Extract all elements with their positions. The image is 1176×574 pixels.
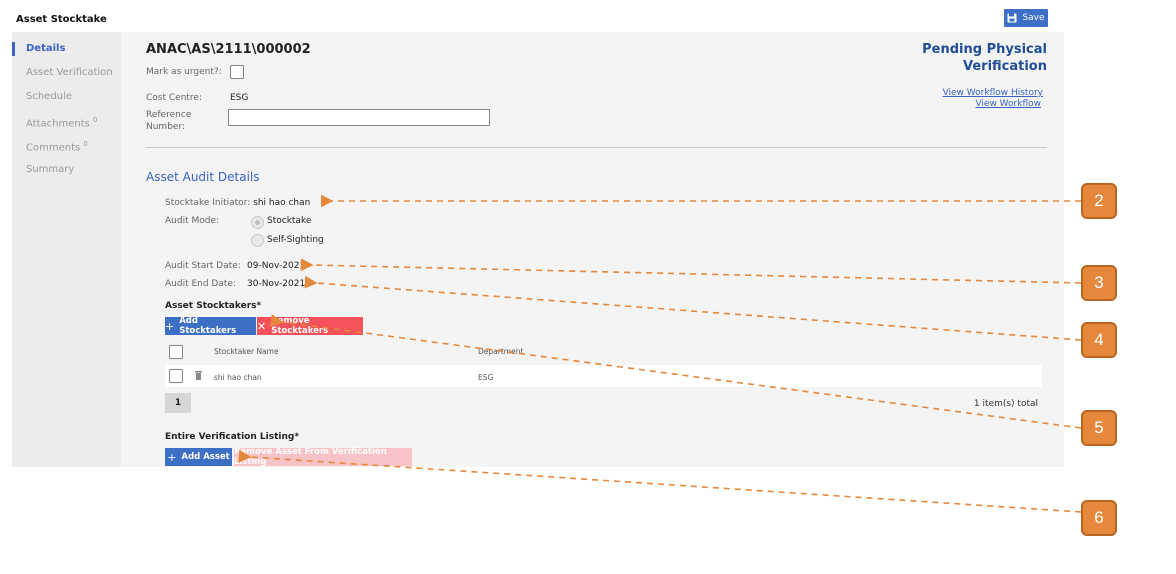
audit-mode-label: Audit Mode: bbox=[165, 216, 220, 226]
callout-5: 5 bbox=[1081, 410, 1117, 446]
status-line-2: Verification bbox=[962, 59, 1047, 74]
reference-number-input[interactable] bbox=[228, 109, 490, 126]
sidebar-item-label: Attachments bbox=[26, 118, 90, 130]
remove-asset-label: Remove Asset From Verification Listing bbox=[234, 447, 387, 467]
select-all-checkbox[interactable] bbox=[169, 345, 183, 359]
callout-3: 3 bbox=[1081, 265, 1117, 301]
initiator-label-text: Stocktake Initiator: bbox=[165, 198, 251, 208]
sidebar-item-label: Summary bbox=[26, 164, 75, 175]
attachments-count: 0 bbox=[93, 116, 98, 124]
initiator-value: shi hao chan bbox=[253, 198, 311, 208]
radio-self-sighting-label: Self-Sighting bbox=[267, 235, 324, 245]
close-icon: ✕ bbox=[257, 319, 267, 333]
view-workflow-link[interactable]: View Workflow bbox=[892, 99, 1041, 109]
radio-stocktake[interactable] bbox=[251, 216, 264, 229]
cost-centre-label: Cost Centre: bbox=[146, 93, 202, 103]
section-divider bbox=[146, 147, 1047, 148]
sidebar-item-label: Details bbox=[26, 43, 66, 54]
app-window: Asset Stocktake Save Details Asset Verif… bbox=[12, 8, 1064, 467]
sidebar: Details Asset Verification Schedule Atta… bbox=[12, 32, 121, 467]
sidebar-item-label: Asset Verification bbox=[26, 67, 113, 78]
radio-stocktake-label: Stocktake bbox=[267, 216, 312, 226]
plus-icon: + bbox=[167, 450, 177, 464]
save-button-label: Save bbox=[1022, 13, 1045, 23]
plus-icon: + bbox=[165, 319, 175, 333]
reference-label-line2: Number: bbox=[146, 122, 186, 132]
sidebar-item-summary[interactable]: Summary bbox=[26, 164, 74, 175]
audit-section-title: Asset Audit Details bbox=[146, 170, 260, 184]
add-stocktakers-label: Add Stocktakers bbox=[179, 316, 237, 336]
row-department: ESG bbox=[478, 373, 494, 382]
audit-start-value: 09-Nov-2021 bbox=[247, 261, 306, 271]
column-header-name: Stocktaker Name bbox=[214, 347, 279, 356]
remove-asset-button[interactable]: Remove Asset From Verification Listing bbox=[234, 447, 412, 467]
sidebar-item-label: Schedule bbox=[26, 91, 72, 102]
urgent-checkbox[interactable] bbox=[230, 65, 244, 79]
stocktakers-title: Asset Stocktakers* bbox=[165, 301, 262, 311]
sidebar-item-details[interactable]: Details bbox=[26, 43, 65, 54]
radio-self-sighting[interactable] bbox=[251, 234, 264, 247]
add-asset-label: Add Asset bbox=[181, 452, 230, 462]
audit-end-label: Audit End Date: bbox=[165, 279, 236, 289]
initiator-label: Stocktake Initiator: shi hao chan bbox=[165, 198, 310, 208]
save-button[interactable]: Save bbox=[1004, 9, 1048, 27]
urgent-label: Mark as urgent?: bbox=[146, 67, 222, 77]
audit-end-value: 30-Nov-2021 bbox=[247, 279, 306, 289]
sidebar-item-comments[interactable]: Comments 0 bbox=[26, 140, 88, 153]
document-number: ANAC\AS\2111\000002 bbox=[146, 42, 311, 57]
cost-centre-value: ESG bbox=[230, 93, 249, 103]
view-workflow-history-link[interactable]: View Workflow History bbox=[892, 88, 1043, 98]
table-row[interactable] bbox=[165, 365, 1042, 387]
status-title: Pending Physical Verification bbox=[892, 41, 1047, 75]
pagination-page-1[interactable]: 1 bbox=[165, 393, 191, 413]
callout-2: 2 bbox=[1081, 183, 1117, 219]
row-checkbox[interactable] bbox=[169, 369, 183, 383]
row-stocktaker-name: shi hao chan bbox=[214, 373, 262, 382]
remove-stocktakers-button[interactable]: ✕ Remove Stocktakers bbox=[257, 316, 363, 336]
sidebar-item-asset-verification[interactable]: Asset Verification bbox=[26, 67, 113, 78]
sidebar-item-attachments[interactable]: Attachments 0 bbox=[26, 116, 98, 129]
floppy-disk-icon bbox=[1007, 13, 1017, 23]
comments-count: 0 bbox=[83, 140, 88, 148]
audit-start-label: Audit Start Date: bbox=[165, 261, 241, 271]
status-line-1: Pending Physical bbox=[922, 42, 1047, 57]
column-header-department: Department bbox=[478, 347, 524, 356]
add-asset-button[interactable]: + Add Asset bbox=[165, 448, 232, 466]
title-bar: Asset Stocktake Save bbox=[12, 8, 1064, 32]
trash-icon[interactable] bbox=[195, 371, 202, 380]
sidebar-item-label: Comments bbox=[26, 142, 81, 154]
items-total: 1 item(s) total bbox=[973, 399, 1038, 409]
callout-6: 6 bbox=[1081, 500, 1117, 536]
sidebar-item-schedule[interactable]: Schedule bbox=[26, 91, 72, 102]
active-indicator bbox=[12, 42, 15, 56]
reference-label-line1: Reference bbox=[146, 110, 192, 120]
app-title: Asset Stocktake bbox=[16, 14, 107, 25]
verification-title: Entire Verification Listing* bbox=[165, 432, 300, 442]
add-stocktakers-button[interactable]: + Add Stocktakers bbox=[165, 316, 256, 336]
callout-4: 4 bbox=[1081, 322, 1117, 358]
remove-stocktakers-label: Remove Stocktakers bbox=[271, 316, 329, 336]
